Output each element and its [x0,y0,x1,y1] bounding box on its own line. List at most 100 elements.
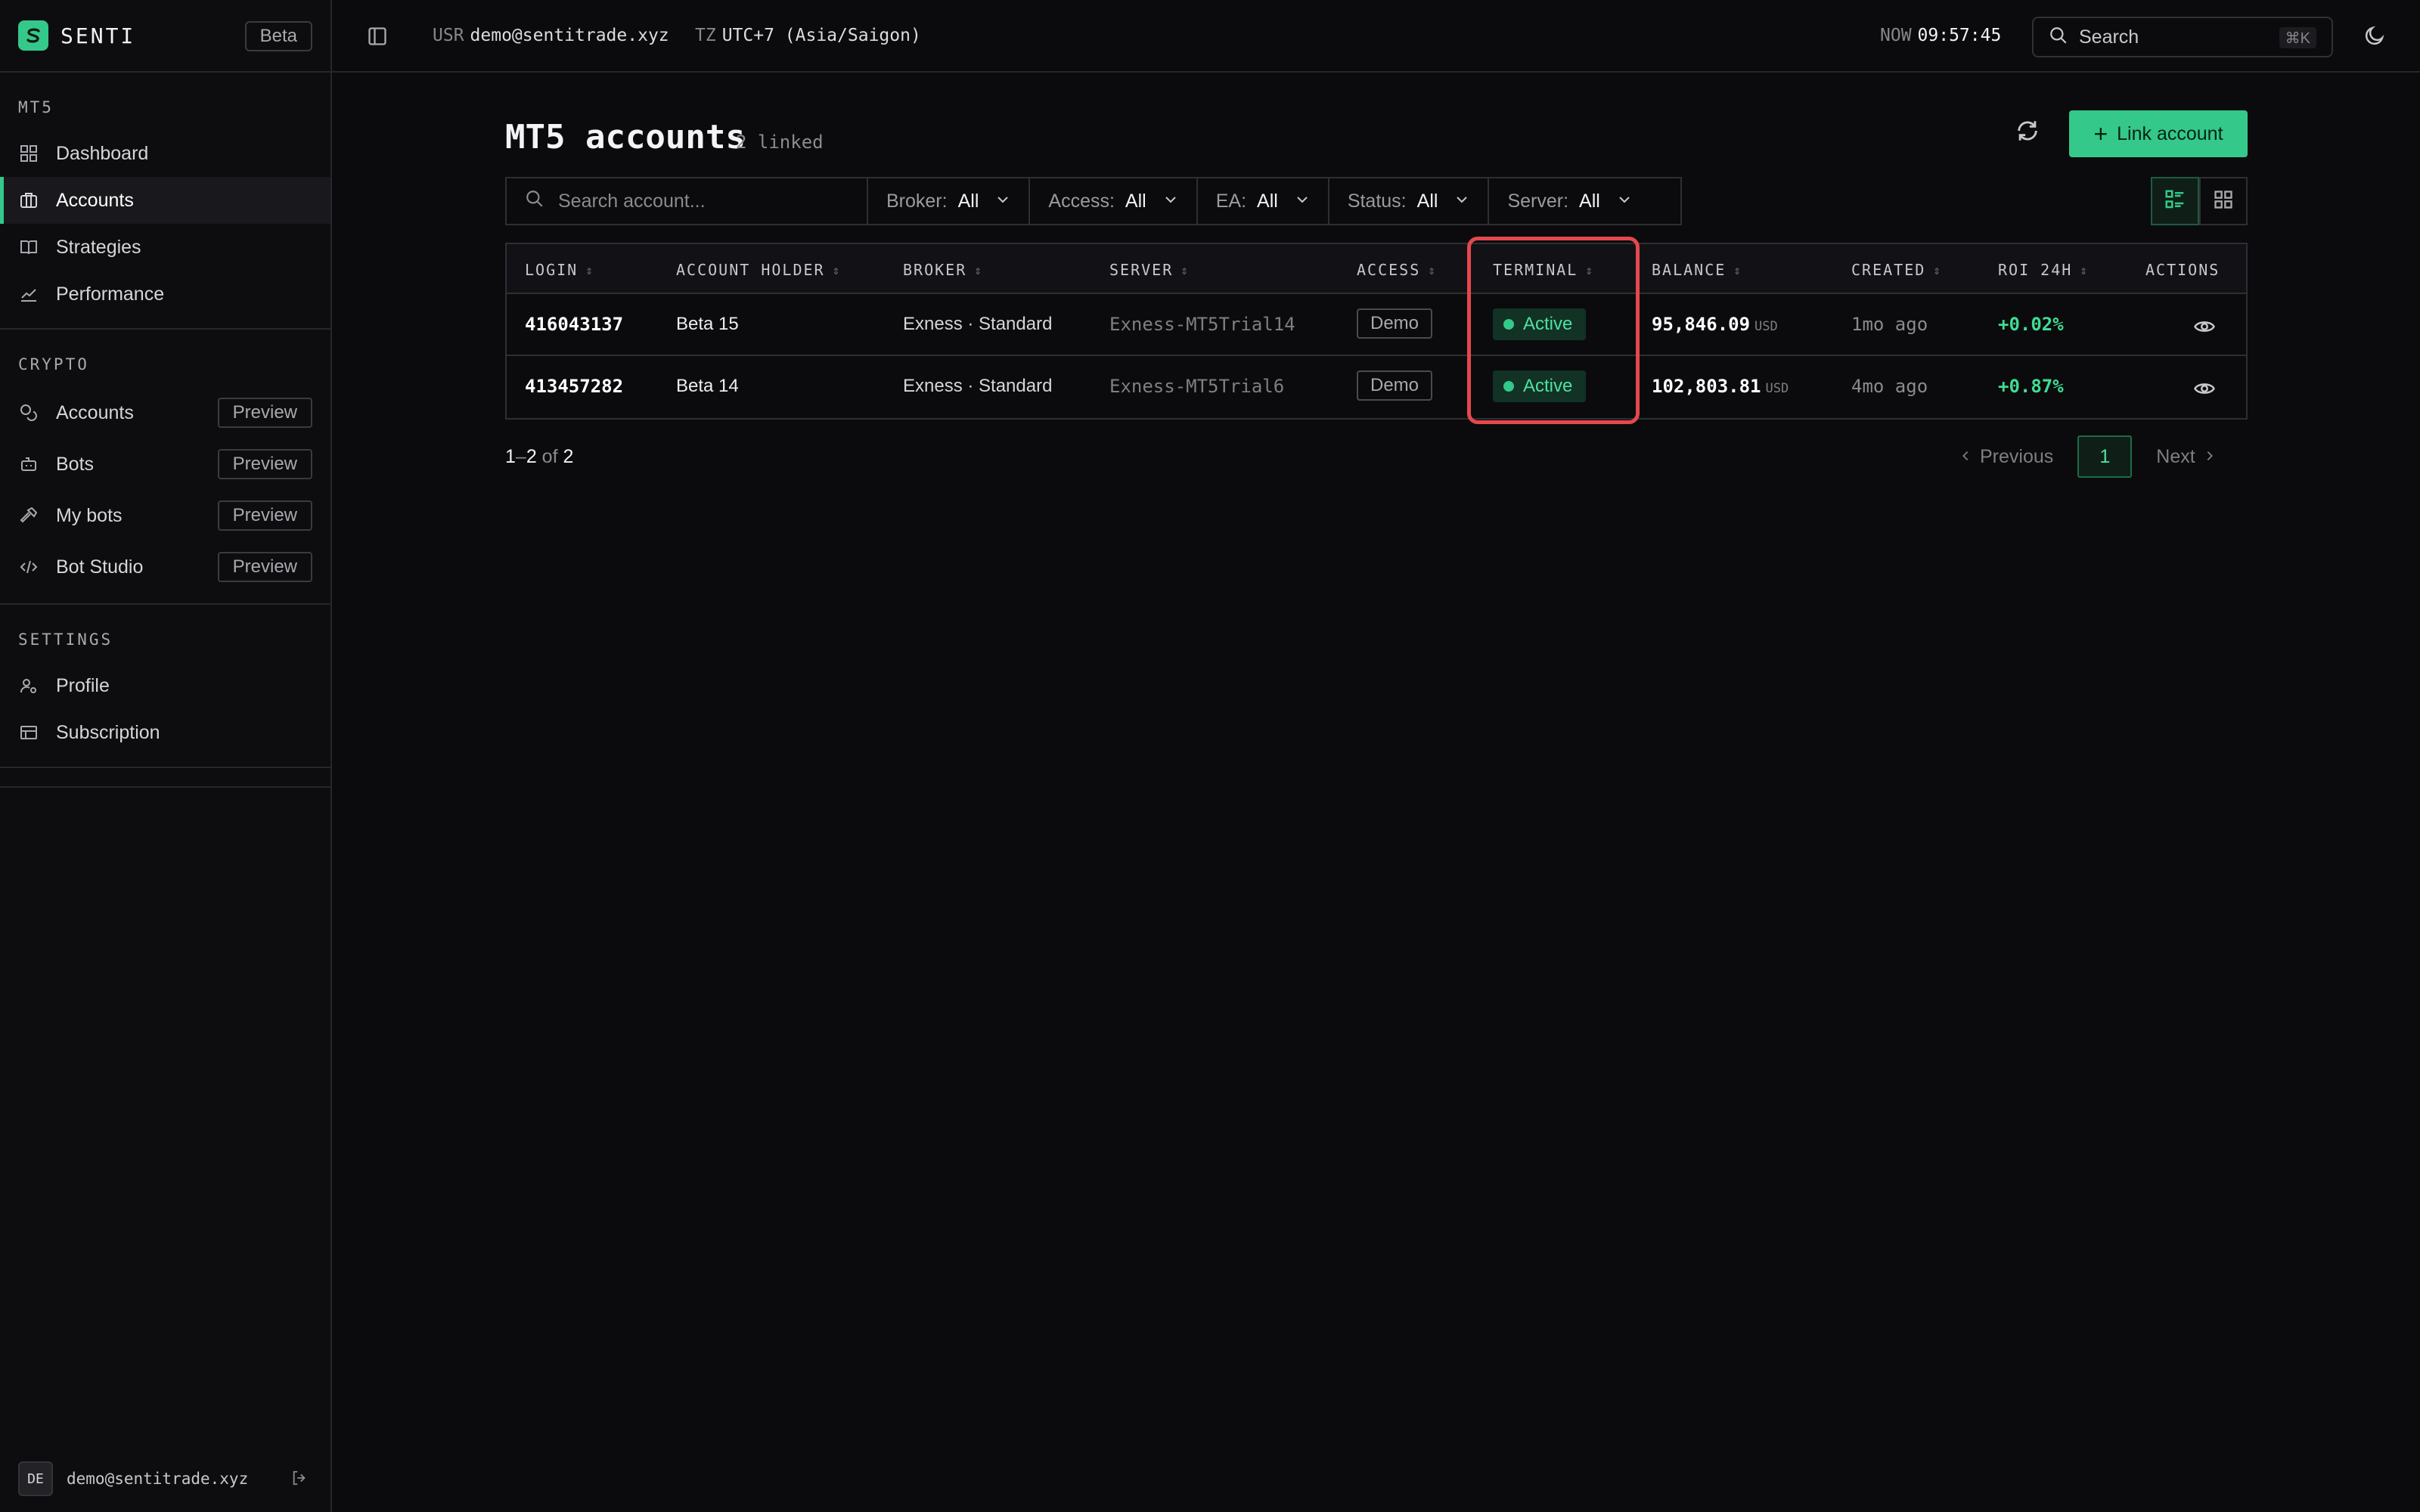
current-user: USR demo@sentitrade.xyz [433,26,669,45]
col-server[interactable]: SERVER ⇕ [1109,261,1190,279]
dashboard-grid-icon [18,143,39,164]
col-account-holder[interactable]: ACCOUNT HOLDER ⇕ [676,261,841,279]
of-label: of [541,446,558,467]
global-search-button[interactable]: Search ⌘K [2032,17,2333,57]
created-cell: 4mo ago [1851,376,1928,397]
section-label: CRYPTO [18,355,89,373]
book-icon [18,237,39,258]
list-view-button[interactable] [2151,177,2199,225]
col-label: SERVER [1109,261,1174,279]
roi-cell: +0.87% [1998,376,2064,397]
filter-value: All [957,190,979,212]
table-row[interactable]: 416043137 Beta 15 Exness · Standard Exne… [507,294,2246,356]
broker-filter[interactable]: Broker: All [868,178,1031,224]
logout-icon[interactable] [291,1470,308,1490]
sidebar-item-subscription[interactable]: Subscription [0,709,330,756]
sort-icon: ⇕ [585,262,594,277]
table-row[interactable]: 413457282 Beta 14 Exness · Standard Exne… [507,356,2246,418]
search-shortcut: ⌘K [2279,27,2316,48]
link-account-button[interactable]: + Link account [2069,110,2248,157]
moon-icon[interactable] [2363,24,2386,51]
status-filter[interactable]: Status: All [1329,178,1490,224]
total-count: 2 [563,446,574,467]
clock-key: NOW [1880,26,1912,45]
sidebar-item-label: Bot Studio [56,556,144,578]
accounts-icon [18,190,39,211]
sidebar: SENTI Beta MT5 Dashboard Accounts Strate… [0,0,332,1512]
search-icon [2049,26,2068,49]
hammer-icon [18,505,39,526]
chevron-down-icon [1454,191,1469,212]
sidebar-item-profile[interactable]: Profile [0,662,330,709]
grid-view-button[interactable] [2199,177,2248,225]
sort-icon: ⇕ [974,262,983,277]
sidebar-item-dashboard[interactable]: Dashboard [0,130,330,177]
avatar[interactable]: DE [18,1461,53,1496]
sidebar-item-accounts[interactable]: Accounts [0,177,330,224]
next-page-button[interactable]: Next [2156,446,2223,468]
col-roi-24h[interactable]: ROI 24H ⇕ [1998,261,2089,279]
code-icon [18,556,39,578]
status-label: Active [1523,314,1573,334]
grid-view-icon [2213,189,2234,214]
sidebar-item-strategies[interactable]: Strategies [0,224,330,271]
filter-value: All [1125,190,1146,212]
col-label: ROI 24H [1998,261,2073,279]
account-search-input[interactable]: Search account... [507,178,868,224]
col-created[interactable]: CREATED ⇕ [1851,261,1942,279]
ea-filter[interactable]: EA: All [1198,178,1329,224]
sort-icon: ⇕ [1181,262,1190,277]
col-balance[interactable]: BALANCE ⇕ [1652,261,1742,279]
sidebar-item-crypto-accounts[interactable]: Accounts Preview [0,387,330,438]
col-label: ACTIONS [2145,261,2220,279]
previous-page-button[interactable]: Previous [1951,446,2053,468]
filter-label: Access: [1048,190,1115,212]
balance-cell: 95,846.09 USD [1652,314,1778,335]
senti-logo-icon[interactable] [18,20,48,51]
chart-line-icon [18,284,39,305]
search-placeholder: Search account... [558,190,706,212]
sort-icon: ⇕ [1428,262,1437,277]
bot-icon [18,454,39,475]
terminal-status-badge: Active [1493,308,1587,340]
created-cell: 1mo ago [1851,314,1928,335]
server-filter[interactable]: Server: All [1489,178,1649,224]
balance-value: 102,803.81 [1652,376,1761,397]
pagination: Previous 1 Next [1951,435,2224,478]
link-account-label: Link account [2117,122,2223,144]
preview-badge: Preview [217,449,312,479]
tz-value: UTC+7 (Asia/Saigon) [721,26,921,45]
beta-badge: Beta [244,21,312,51]
eye-icon[interactable] [2193,377,2216,404]
chevron-left-icon [1959,446,1972,468]
sidebar-item-label: Dashboard [56,142,149,164]
col-login[interactable]: LOGIN ⇕ [525,261,594,279]
sidebar-item-label: Bots [56,453,95,475]
sidebar-user: DE demo@sentitrade.xyz [0,1445,330,1512]
col-label: ACCESS [1357,261,1421,279]
col-access[interactable]: ACCESS ⇕ [1357,261,1437,279]
sidebar-item-performance[interactable]: Performance [0,271,330,318]
balance-value: 95,846.09 [1652,314,1751,335]
sidebar-item-bot-studio[interactable]: Bot Studio Preview [0,541,330,593]
server-cell: Exness-MT5Trial14 [1109,314,1295,335]
eye-icon[interactable] [2193,315,2216,342]
currency-label: USD [1765,381,1789,396]
col-terminal[interactable]: TERMINAL ⇕ [1493,261,1594,279]
view-toggle [2151,177,2248,225]
previous-label: Previous [1980,445,2054,467]
page-1-button[interactable]: 1 [2077,435,2133,478]
refresh-icon[interactable] [2015,118,2040,147]
sidebar-divider [0,768,330,788]
sidebar-toggle-icon[interactable] [367,26,388,51]
roi-cell: +0.02% [1998,314,2064,335]
sidebar-item-my-bots[interactable]: My bots Preview [0,490,330,541]
access-badge: Demo [1357,308,1433,339]
preview-badge: Preview [217,500,312,531]
col-broker[interactable]: BROKER ⇕ [903,261,983,279]
sidebar-item-bots[interactable]: Bots Preview [0,438,330,490]
page-title: MT5 accounts [505,118,746,156]
terminal-status-badge: Active [1493,370,1587,402]
chevron-down-icon [1163,191,1178,212]
access-filter[interactable]: Access: All [1030,178,1198,224]
